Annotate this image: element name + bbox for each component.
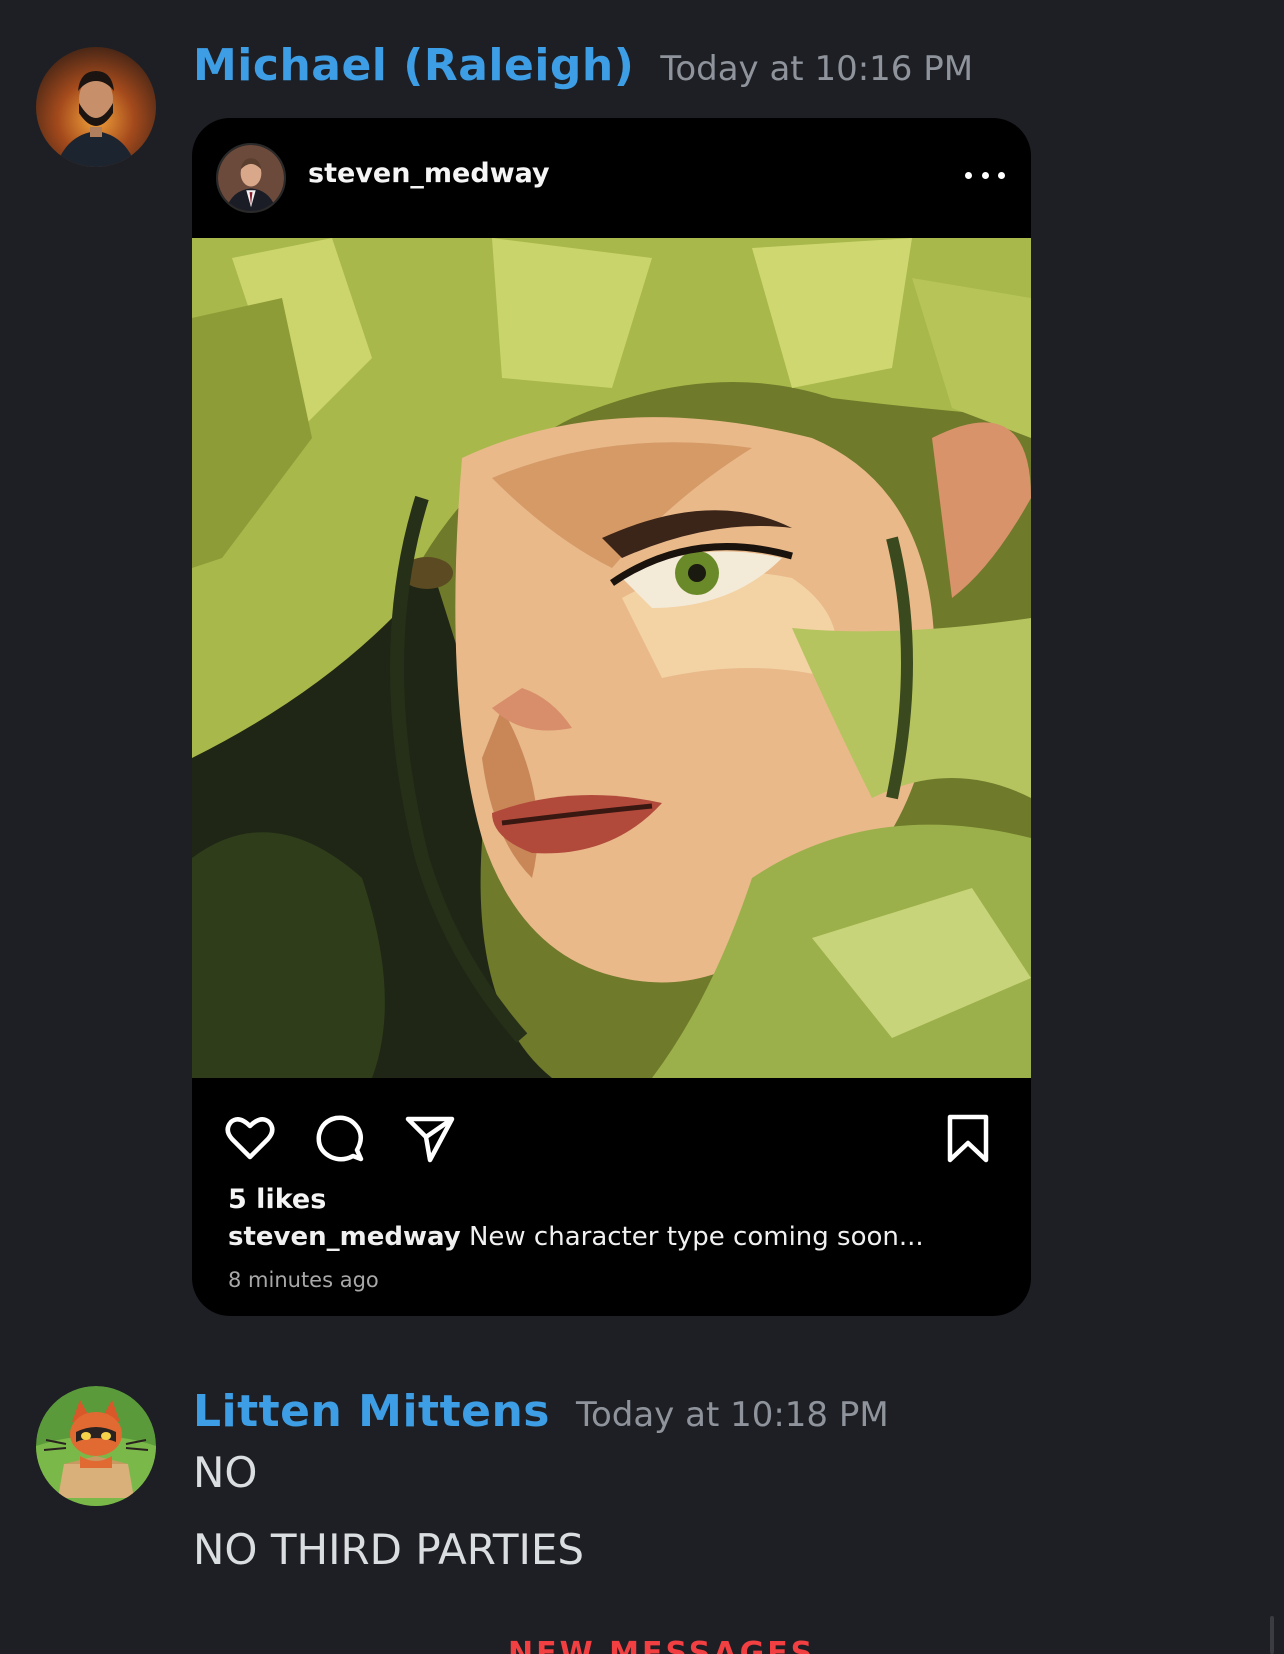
message-header: Michael (Raleigh) Today at 10:16 PM bbox=[193, 40, 973, 91]
post-time-ago: 8 minutes ago bbox=[228, 1268, 379, 1292]
man-in-suit-avatar[interactable] bbox=[216, 143, 286, 213]
caption-username[interactable]: steven_medway bbox=[228, 1222, 461, 1252]
message-michael: Michael (Raleigh) Today at 10:16 PM stev… bbox=[0, 0, 1284, 1320]
message-line: NO bbox=[193, 1448, 258, 1497]
embed-actions bbox=[192, 1098, 1031, 1178]
instagram-embed[interactable]: steven_medway 5 likes steven_medway New … bbox=[192, 118, 1031, 1316]
caption-text: New character type coming soon... bbox=[460, 1222, 924, 1252]
message-header: Litten Mittens Today at 10:18 PM bbox=[193, 1386, 889, 1437]
embed-header: steven_medway bbox=[192, 118, 1031, 238]
scrollbar[interactable] bbox=[1270, 1616, 1274, 1654]
post-caption: steven_medway New character type coming … bbox=[228, 1222, 924, 1252]
share-icon[interactable] bbox=[402, 1110, 458, 1166]
message-timestamp: Today at 10:18 PM bbox=[575, 1395, 889, 1435]
likes-count[interactable]: 5 likes bbox=[228, 1184, 326, 1215]
author-name[interactable]: Michael (Raleigh) bbox=[193, 40, 634, 91]
message-litten: Litten Mittens Today at 10:18 PM NO NO T… bbox=[0, 1320, 1284, 1620]
heart-icon[interactable] bbox=[222, 1110, 278, 1166]
more-dots-icon[interactable] bbox=[965, 160, 1005, 190]
new-messages-divider[interactable]: NEW MESSAGES bbox=[508, 1636, 815, 1654]
chat-view: Michael (Raleigh) Today at 10:16 PM stev… bbox=[0, 0, 1284, 1654]
comment-icon[interactable] bbox=[312, 1110, 368, 1166]
author-name[interactable]: Litten Mittens bbox=[193, 1386, 550, 1437]
bookmark-icon[interactable] bbox=[940, 1110, 996, 1166]
embed-username[interactable]: steven_medway bbox=[308, 158, 550, 189]
message-timestamp: Today at 10:16 PM bbox=[660, 49, 974, 89]
user-avatar[interactable] bbox=[36, 47, 156, 167]
post-image[interactable] bbox=[192, 238, 1031, 1078]
litten-cat-avatar[interactable] bbox=[36, 1386, 156, 1506]
message-line: NO THIRD PARTIES bbox=[193, 1525, 585, 1574]
